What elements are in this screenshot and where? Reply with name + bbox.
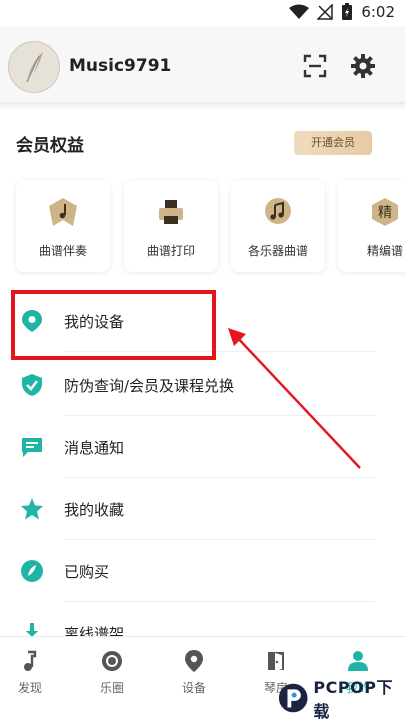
menu-item-purchased[interactable]: 已购买	[0, 540, 405, 602]
door-icon	[268, 652, 284, 671]
profile-header: Music9791	[0, 26, 405, 102]
menu-item-favorites[interactable]: 我的收藏	[0, 478, 405, 540]
circle-target-icon	[102, 651, 122, 671]
header-shadow	[0, 102, 405, 110]
printer-icon	[159, 200, 183, 224]
settings-gear-icon[interactable]	[349, 52, 377, 80]
jing-badge-icon: 精	[372, 198, 398, 226]
membership-title: 会员权益	[16, 136, 84, 156]
status-bar: 6:02	[0, 0, 405, 26]
status-time: 6:02	[361, 3, 395, 21]
pcpop-logo-icon	[278, 683, 308, 713]
shield-check-icon	[22, 374, 42, 396]
music-note-icon	[265, 198, 291, 224]
card-score-print[interactable]: 曲谱打印	[124, 180, 218, 272]
annotation-arrow	[228, 328, 361, 469]
battery-icon	[342, 3, 353, 20]
card-instrument-scores[interactable]: 各乐器曲谱	[231, 180, 325, 272]
watermark: PCPOP下载	[277, 678, 405, 721]
svg-text:精: 精	[378, 205, 392, 221]
no-signal-icon	[317, 4, 334, 20]
tab-devices[interactable]: 设备	[164, 649, 224, 696]
person-icon	[348, 651, 368, 671]
membership-cards: 曲谱伴奏 曲谱打印 各乐器曲谱 精 精编谱	[0, 170, 405, 290]
star-icon	[21, 498, 43, 520]
wifi-icon	[289, 4, 310, 19]
card-score-accompaniment[interactable]: 曲谱伴奏	[16, 180, 110, 272]
message-icon	[22, 438, 42, 457]
tab-music-circle[interactable]: 乐圈	[82, 649, 142, 696]
scan-icon[interactable]	[301, 52, 329, 80]
music-note-icon	[49, 198, 77, 226]
username[interactable]: Music9791	[69, 56, 171, 76]
open-vip-button[interactable]: 开通会员	[294, 131, 372, 155]
leaf-badge-icon	[21, 560, 43, 582]
card-curated-scores[interactable]: 精 精编谱	[338, 180, 405, 272]
tab-discover[interactable]: 发现	[0, 649, 60, 696]
highlight-box	[11, 290, 216, 360]
location-pin-icon	[185, 650, 203, 672]
feather-logo-icon	[26, 52, 43, 83]
avatar[interactable]	[8, 41, 60, 93]
music-note-icon	[24, 650, 37, 671]
